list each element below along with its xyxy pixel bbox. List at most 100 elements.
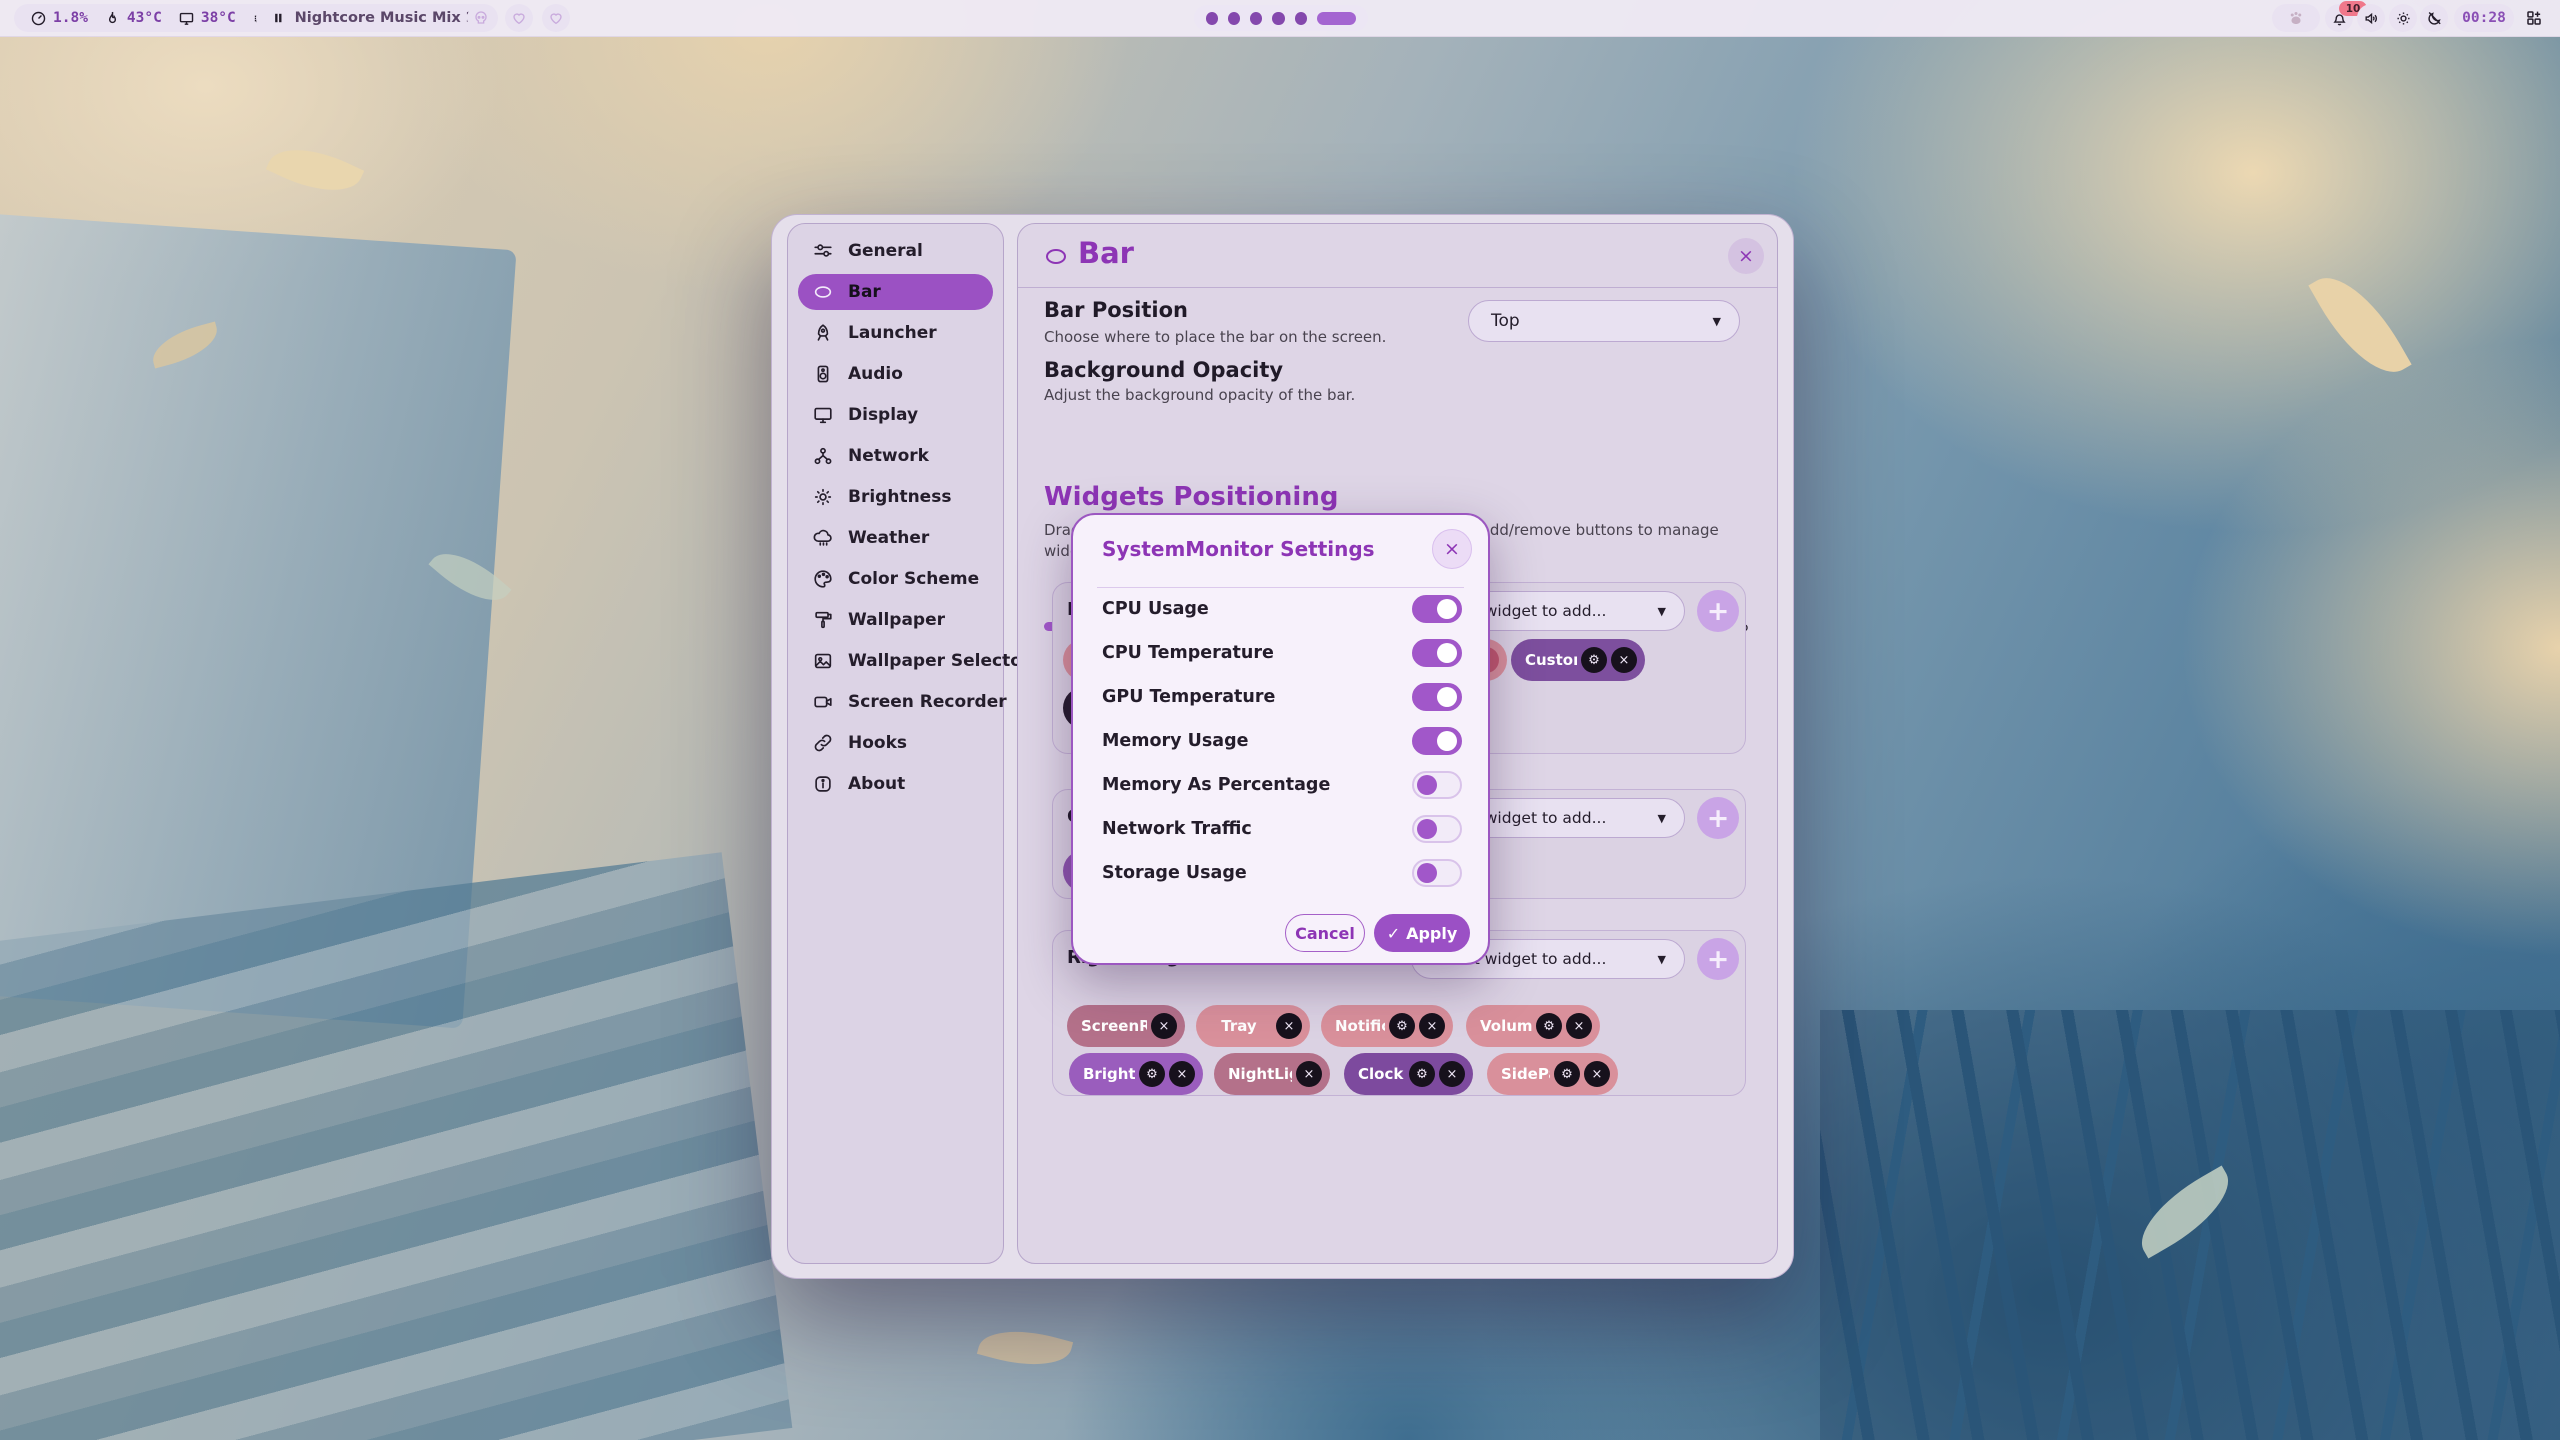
widget-chip[interactable]: NightLight ×	[1214, 1053, 1330, 1095]
gear-icon[interactable]: ⚙	[1536, 1013, 1562, 1039]
topbar: 1.8% 43°C 38°C 9.7G Nightcore Music Mix …	[0, 0, 2560, 37]
bar-pill-icon	[812, 281, 834, 303]
bar-pill-icon	[1044, 248, 1068, 265]
gear-icon[interactable]: ⚙	[1389, 1013, 1415, 1039]
wallpaper-leaf	[266, 133, 364, 207]
clock-value: 00:28	[2462, 10, 2506, 26]
remove-icon[interactable]: ×	[1419, 1013, 1445, 1039]
paint-roller-icon	[812, 609, 834, 631]
sidebar-item-weather[interactable]: Weather	[798, 520, 993, 556]
sidebar-item-about[interactable]: About	[798, 766, 993, 802]
remove-icon[interactable]: ×	[1584, 1061, 1610, 1087]
remove-icon[interactable]: ×	[1296, 1061, 1322, 1087]
gpu-temp-value: 38°C	[201, 10, 236, 26]
notifications-button[interactable]: 10	[2325, 4, 2353, 32]
add-widget-button[interactable]: +	[1697, 797, 1739, 839]
sidebar-item-screen-recorder[interactable]: Screen Recorder	[798, 684, 993, 720]
gear-icon[interactable]: ⚙	[1554, 1061, 1580, 1087]
sidebar-item-general[interactable]: General	[798, 233, 993, 269]
workspace-dot[interactable]	[1272, 12, 1284, 25]
remove-icon[interactable]: ×	[1611, 647, 1637, 673]
workspace-dot[interactable]	[1228, 12, 1240, 25]
cpu-temperature-toggle[interactable]	[1412, 639, 1462, 667]
widget-chip[interactable]: ScreenReco... ×	[1067, 1005, 1185, 1047]
favorite-button[interactable]	[542, 4, 570, 32]
volume-button[interactable]	[2357, 4, 2385, 32]
gpu-temperature-toggle[interactable]	[1412, 683, 1462, 711]
apply-button[interactable]: ✓ Apply	[1374, 914, 1470, 952]
sidebar-item-network[interactable]: Network	[798, 438, 993, 474]
media-player-module[interactable]: Nightcore Music Mix 20...	[256, 4, 498, 32]
heart-icon	[548, 10, 564, 26]
info-icon	[812, 773, 834, 795]
cpu-usage-toggle[interactable]	[1412, 595, 1462, 623]
sun-icon	[812, 486, 834, 508]
network-traffic-toggle[interactable]	[1412, 815, 1462, 843]
modal-close-button[interactable]: ×	[1432, 529, 1472, 569]
sidebar-item-wallpaper[interactable]: Wallpaper	[798, 602, 993, 638]
memory-usage-toggle[interactable]	[1412, 727, 1462, 755]
toggle-row: Network Traffic	[1102, 814, 1462, 844]
overview-button[interactable]	[2520, 4, 2548, 32]
night-light-button[interactable]	[2420, 4, 2448, 32]
chevron-down-icon: ▼	[1658, 812, 1666, 825]
speaker-icon	[2363, 10, 2380, 27]
widget-chip[interactable]: SidePanelT... ⚙ ×	[1487, 1053, 1618, 1095]
add-widget-button[interactable]: +	[1697, 590, 1739, 632]
cpu-temp-stat: 43°C	[104, 10, 162, 27]
add-widget-button[interactable]: +	[1697, 938, 1739, 980]
gear-icon[interactable]: ⚙	[1139, 1061, 1165, 1087]
toggle-row: Storage Usage	[1102, 858, 1462, 888]
sidebar-item-color-scheme[interactable]: Color Scheme	[798, 561, 993, 597]
cpu-usage-value: 1.8%	[53, 10, 88, 26]
modal-title: SystemMonitor Settings	[1102, 537, 1375, 561]
sidebar-item-label: Network	[848, 446, 929, 466]
desktop: 1.8% 43°C 38°C 9.7G Nightcore Music Mix …	[0, 0, 2560, 1440]
storage-usage-toggle[interactable]	[1412, 859, 1462, 887]
toggle-row: CPU Temperature	[1102, 638, 1462, 668]
sidebar-item-label: Launcher	[848, 323, 937, 343]
memory-as-percentage-toggle[interactable]	[1412, 771, 1462, 799]
brightness-button[interactable]	[2389, 4, 2417, 32]
remove-icon[interactable]: ×	[1566, 1013, 1592, 1039]
like-button[interactable]	[505, 4, 533, 32]
clock-module[interactable]: 00:28	[2454, 4, 2514, 32]
workspace-active-indicator[interactable]	[1317, 12, 1356, 25]
workspace-dot[interactable]	[1206, 12, 1218, 25]
gear-icon[interactable]: ⚙	[1581, 647, 1607, 673]
tray-module[interactable]	[2272, 4, 2320, 32]
remove-icon[interactable]: ×	[1439, 1061, 1465, 1087]
widget-chip[interactable]: Clock ⚙ ×	[1344, 1053, 1473, 1095]
remove-icon[interactable]: ×	[1169, 1061, 1195, 1087]
widget-chip[interactable]: CustomButt... ⚙ ×	[1511, 639, 1645, 681]
widget-chip[interactable]: Brightness ⚙ ×	[1069, 1053, 1203, 1095]
wallpaper-stairs	[0, 852, 792, 1440]
link-icon	[812, 732, 834, 754]
widget-chip[interactable]: Volume ⚙ ×	[1466, 1005, 1600, 1047]
speaker-box-icon	[812, 363, 834, 385]
sidebar-item-hooks[interactable]: Hooks	[798, 725, 993, 761]
workspace-dot[interactable]	[1250, 12, 1262, 25]
sidebar-item-bar[interactable]: Bar	[798, 274, 993, 310]
gear-icon[interactable]: ⚙	[1409, 1061, 1435, 1087]
sidebar-item-display[interactable]: Display	[798, 397, 993, 433]
background-opacity-label: Background Opacity	[1044, 358, 1283, 382]
widget-chip[interactable]: Tray ×	[1196, 1005, 1310, 1047]
bar-position-dropdown[interactable]: Top ▼	[1468, 300, 1740, 342]
media-skull-button[interactable]	[467, 4, 495, 32]
workspace-dot[interactable]	[1295, 12, 1307, 25]
sidebar-item-wallpaper-selector[interactable]: Wallpaper Selector	[798, 643, 993, 679]
sidebar-item-launcher[interactable]: Launcher	[798, 315, 993, 351]
sidebar-item-brightness[interactable]: Brightness	[798, 479, 993, 515]
cancel-button[interactable]: Cancel	[1285, 914, 1365, 952]
skull-icon	[473, 10, 489, 26]
widget-chip[interactable]: Notification... ⚙ ×	[1321, 1005, 1453, 1047]
wallpaper-leaf	[2308, 261, 2411, 390]
image-icon	[812, 650, 834, 672]
remove-icon[interactable]: ×	[1151, 1013, 1177, 1039]
remove-icon[interactable]: ×	[1276, 1013, 1302, 1039]
sidebar-item-label: Hooks	[848, 733, 907, 753]
window-close-button[interactable]: ×	[1728, 238, 1764, 274]
bar-position-value: Top	[1491, 311, 1520, 331]
sidebar-item-audio[interactable]: Audio	[798, 356, 993, 392]
